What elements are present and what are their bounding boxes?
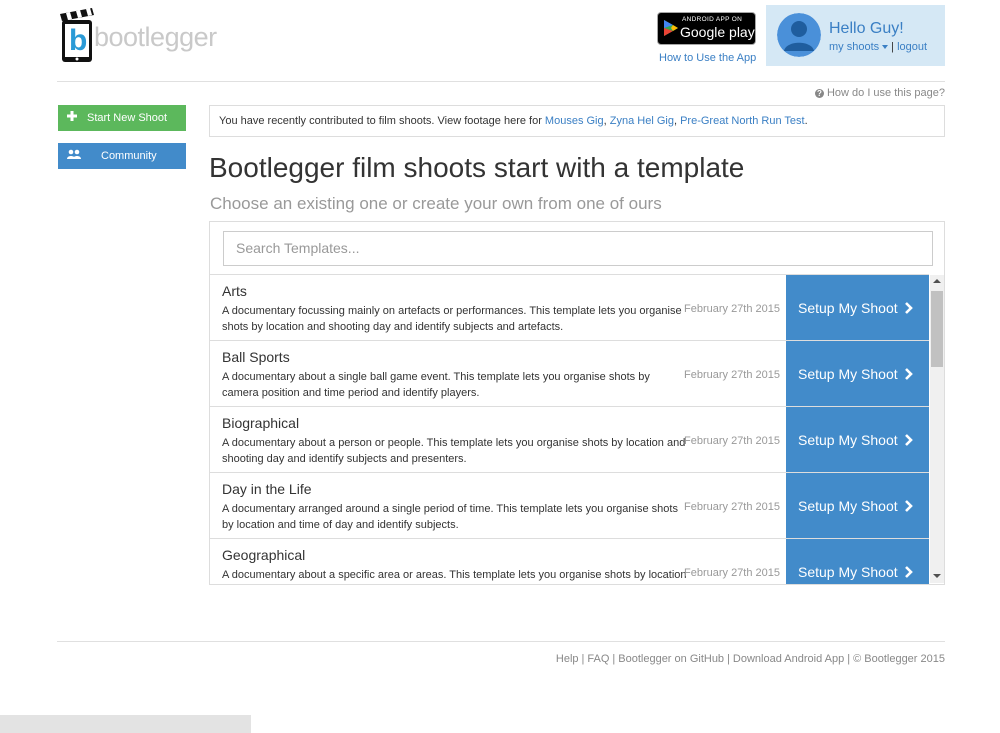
template-name: Arts bbox=[222, 283, 247, 299]
template-description: A documentary arranged around a single p… bbox=[222, 503, 678, 531]
user-panel: Hello Guy! my shoots | logout bbox=[766, 5, 945, 66]
footer-divider bbox=[57, 641, 945, 642]
templates-panel: Search Templates... Arts A documentary f… bbox=[209, 221, 945, 585]
play-store-icon bbox=[664, 20, 678, 36]
template-list-scrollbar[interactable] bbox=[930, 275, 944, 583]
greeting: Hello Guy! bbox=[829, 20, 904, 37]
user-links-separator: | bbox=[891, 41, 894, 53]
scrollbar-thumb[interactable] bbox=[931, 291, 943, 367]
notice-link-great-north-run-test[interactable]: Pre-Great North Run Test bbox=[680, 115, 805, 127]
avatar[interactable] bbox=[777, 13, 821, 57]
template-row: Geographical A documentary about a speci… bbox=[210, 538, 929, 584]
gplay-big-text: Google play bbox=[680, 24, 755, 40]
how-to-use-page-link[interactable]: ? How do I use this page? bbox=[814, 87, 945, 99]
setup-my-shoot-button[interactable]: Setup My Shoot bbox=[786, 275, 929, 340]
search-templates-input[interactable]: Search Templates... bbox=[223, 231, 933, 266]
template-description: A documentary focussing mainly on artefa… bbox=[222, 305, 682, 333]
setup-my-shoot-button[interactable]: Setup My Shoot bbox=[786, 473, 929, 538]
header-divider bbox=[57, 81, 945, 82]
footer-github-link[interactable]: Bootlegger on GitHub bbox=[618, 653, 724, 665]
notice-link-zyna-hel-gig[interactable]: Zyna Hel Gig bbox=[610, 115, 674, 127]
footer-copyright: © Bootlegger 2015 bbox=[853, 653, 945, 665]
template-description: A documentary about a person or people. … bbox=[222, 437, 686, 465]
page-title: Bootlegger film shoots start with a temp… bbox=[209, 152, 745, 183]
template-row: Day in the Life A documentary arranged a… bbox=[210, 472, 929, 538]
bootlegger-logo[interactable]: b bootlegger bbox=[60, 6, 220, 64]
user-avatar-icon bbox=[777, 13, 821, 57]
setup-label: Setup My Shoot bbox=[798, 564, 898, 580]
start-new-shoot-button[interactable]: Start New Shoot bbox=[58, 105, 186, 131]
template-date: February 27th 2015 bbox=[684, 501, 781, 513]
scroll-up-arrow-icon[interactable] bbox=[933, 279, 941, 283]
footer-separator: | bbox=[612, 653, 616, 665]
question-circle-icon: ? bbox=[814, 89, 824, 98]
template-date: February 27th 2015 bbox=[684, 567, 781, 579]
scroll-down-arrow-icon[interactable] bbox=[933, 574, 941, 578]
notice-prefix: You have recently contributed to film sh… bbox=[219, 115, 545, 127]
setup-label: Setup My Shoot bbox=[798, 432, 898, 448]
chevron-down-icon bbox=[882, 44, 889, 49]
template-row: Ball Sports A documentary about a single… bbox=[210, 340, 929, 406]
template-row: Biographical A documentary about a perso… bbox=[210, 406, 929, 472]
template-list: Arts A documentary focussing mainly on a… bbox=[210, 274, 929, 584]
template-name: Biographical bbox=[222, 415, 300, 431]
setup-label: Setup My Shoot bbox=[798, 300, 898, 316]
my-shoots-link[interactable]: my shoots bbox=[829, 41, 879, 53]
how-to-use-page-label: How do I use this page? bbox=[826, 87, 945, 99]
footer-separator: | bbox=[727, 653, 730, 665]
template-row: Arts A documentary focussing mainly on a… bbox=[210, 274, 929, 340]
community-label: Community bbox=[101, 150, 157, 162]
template-date: February 27th 2015 bbox=[684, 435, 781, 447]
footer: Help | FAQ | Bootlegger on GitHub | Download A… bbox=[556, 653, 945, 665]
footer-help-link[interactable]: Help bbox=[556, 653, 579, 665]
community-button[interactable]: Community bbox=[58, 143, 186, 169]
chevron-right-icon bbox=[905, 434, 913, 446]
setup-my-shoot-button[interactable]: Setup My Shoot bbox=[786, 539, 929, 584]
notice-suffix: . bbox=[804, 115, 808, 127]
chevron-right-icon bbox=[905, 368, 913, 380]
template-date: February 27th 2015 bbox=[684, 369, 781, 381]
setup-my-shoot-button[interactable]: Setup My Shoot bbox=[786, 407, 929, 472]
logo-text: bootlegger bbox=[94, 22, 217, 52]
footer-separator: | bbox=[847, 653, 851, 665]
template-description: A documentary about a single ball game e… bbox=[222, 371, 650, 399]
footer-faq-link[interactable]: FAQ bbox=[587, 653, 609, 665]
chevron-right-icon bbox=[905, 566, 913, 578]
gplay-small-text: ANDROID APP ON bbox=[682, 16, 743, 23]
how-to-use-app-link[interactable]: How to Use the App bbox=[659, 52, 756, 64]
setup-label: Setup My Shoot bbox=[798, 498, 898, 514]
notice-link-mouses-gig[interactable]: Mouses Gig bbox=[545, 115, 604, 127]
footer-android-app-link[interactable]: Download Android App bbox=[733, 653, 844, 665]
template-description: A documentary about a specific area or a… bbox=[222, 569, 687, 581]
user-links: my shoots | logout bbox=[829, 41, 927, 53]
template-name: Ball Sports bbox=[222, 349, 290, 365]
template-name: Day in the Life bbox=[222, 481, 312, 497]
template-name: Geographical bbox=[222, 547, 306, 563]
setup-label: Setup My Shoot bbox=[798, 366, 898, 382]
users-icon bbox=[67, 149, 81, 159]
plus-icon bbox=[67, 111, 77, 121]
logout-link[interactable]: logout bbox=[897, 41, 927, 53]
page-subtitle: Choose an existing one or create your ow… bbox=[210, 194, 662, 213]
google-play-badge[interactable]: ANDROID APP ON Google play bbox=[657, 12, 756, 45]
browser-status-bar bbox=[0, 715, 251, 733]
logo-letter: b bbox=[69, 24, 88, 57]
start-new-shoot-label: Start New Shoot bbox=[87, 112, 168, 124]
recent-contributions-notice: You have recently contributed to film sh… bbox=[209, 105, 945, 137]
template-date: February 27th 2015 bbox=[684, 303, 781, 315]
chevron-right-icon bbox=[905, 500, 913, 512]
setup-my-shoot-button[interactable]: Setup My Shoot bbox=[786, 341, 929, 406]
chevron-right-icon bbox=[905, 302, 913, 314]
footer-separator: | bbox=[581, 653, 585, 665]
